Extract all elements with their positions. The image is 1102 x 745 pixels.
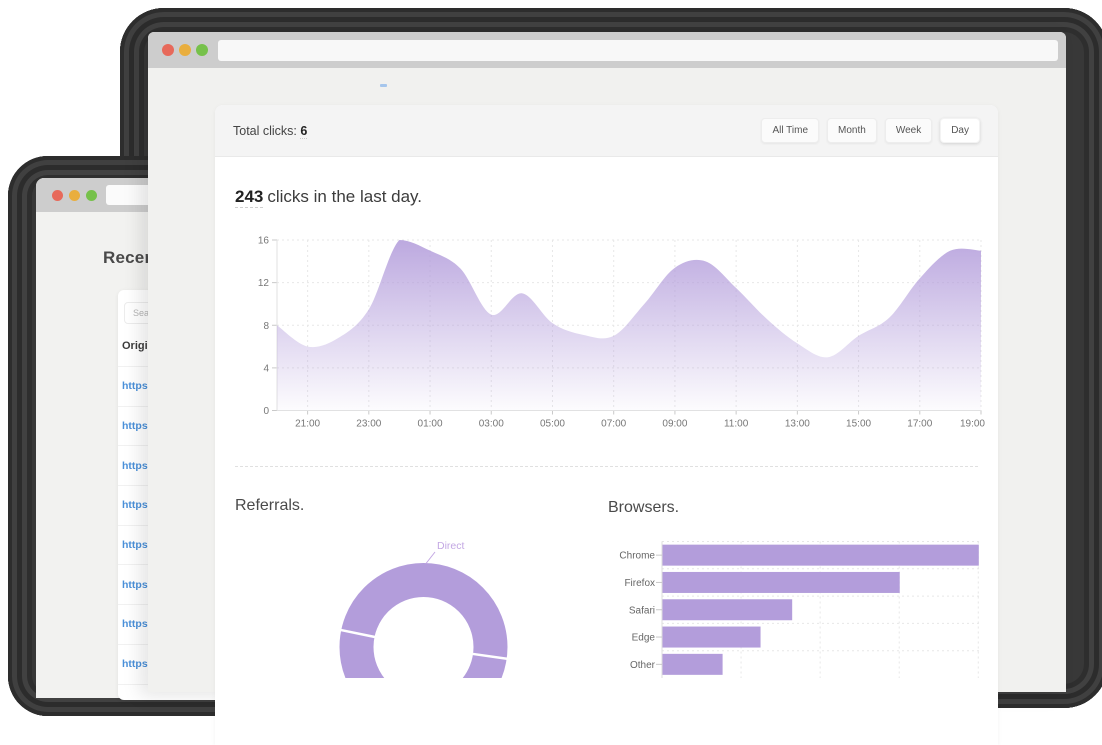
- url-bar[interactable]: [218, 40, 1058, 61]
- x-tick-label: 11:00: [724, 419, 749, 429]
- section-divider: [235, 466, 978, 467]
- close-button[interactable]: [162, 44, 174, 56]
- referrals-doughnut-chart: Direct: [320, 533, 530, 678]
- filter-button-all-time[interactable]: All Time: [761, 118, 819, 143]
- x-tick-label: 01:00: [418, 419, 443, 429]
- x-tick-label: 17:00: [907, 419, 932, 429]
- x-tick-label: 13:00: [785, 419, 810, 429]
- bar-category-label: Safari: [629, 605, 655, 616]
- y-tick-label: 12: [258, 278, 270, 289]
- x-tick-label: 09:00: [662, 419, 687, 429]
- bar-category-label: Other: [630, 660, 656, 671]
- original-url-link[interactable]: https:: [118, 658, 151, 670]
- bar-category-label: Edge: [632, 633, 656, 644]
- original-url-link[interactable]: https:: [118, 618, 151, 630]
- clicks-count: 243: [235, 187, 263, 208]
- doughnut-slice-label: Direct: [437, 540, 465, 552]
- total-clicks-value: 6: [300, 124, 307, 139]
- filter-button-week[interactable]: Week: [885, 118, 932, 143]
- filter-button-month[interactable]: Month: [827, 118, 877, 143]
- x-tick-label: 19:00: [960, 419, 985, 429]
- page-logo-dash: [380, 84, 387, 87]
- close-button[interactable]: [52, 190, 63, 201]
- x-tick-label: 21:00: [295, 419, 320, 429]
- x-tick-label: 05:00: [540, 419, 565, 429]
- dashboard-page: Total clicks: 6 All Time Month Week Day 243…: [148, 68, 1066, 692]
- label-pointer-line: [426, 552, 435, 564]
- bar-chrome: [663, 545, 979, 566]
- minimize-button[interactable]: [69, 190, 80, 201]
- original-url-link[interactable]: https:: [118, 460, 151, 472]
- y-tick-label: 16: [258, 236, 270, 247]
- bar-safari: [663, 599, 793, 620]
- minimize-button[interactable]: [179, 44, 191, 56]
- original-url-link[interactable]: https:: [118, 579, 151, 591]
- card-header: Total clicks: 6 All Time Month Week Day: [215, 105, 998, 157]
- bar-category-label: Chrome: [619, 551, 655, 562]
- y-tick-label: 8: [263, 321, 269, 332]
- original-url-link[interactable]: https:: [118, 499, 151, 511]
- x-tick-label: 15:00: [846, 419, 871, 429]
- referrals-section-title: Referrals.: [235, 497, 304, 515]
- original-url-link[interactable]: https:: [118, 539, 151, 551]
- x-tick-label: 23:00: [356, 419, 381, 429]
- bar-firefox: [663, 572, 900, 593]
- bar-other: [663, 654, 723, 675]
- y-tick-label: 4: [263, 363, 269, 374]
- bar-edge: [663, 627, 761, 648]
- browsers-section-title: Browsers.: [608, 499, 679, 517]
- total-clicks-label: Total clicks: 6: [233, 124, 307, 138]
- x-tick-label: 07:00: [601, 419, 626, 429]
- maximize-button[interactable]: [86, 190, 97, 201]
- bar-category-label: Firefox: [624, 578, 655, 589]
- x-tick-label: 03:00: [479, 419, 504, 429]
- time-filter-group: All Time Month Week Day: [761, 118, 980, 143]
- maximize-button[interactable]: [196, 44, 208, 56]
- clicks-headline-text: clicks in the last day.: [267, 187, 422, 206]
- table-header-original-url: Origi: [122, 340, 148, 352]
- clicks-area-chart: 0 4 8 12 16 21:00 23:00 01:00 03:00 05:00 07:00 09:…: [245, 233, 990, 428]
- original-url-link[interactable]: https:: [118, 420, 151, 432]
- total-clicks-text: Total clicks:: [233, 124, 297, 138]
- browsers-bar-chart: Chrome Firefox Safari Edge Other: [605, 538, 1000, 678]
- original-url-link[interactable]: https:: [118, 380, 151, 392]
- filter-button-day[interactable]: Day: [940, 118, 980, 143]
- main-titlebar: [148, 32, 1066, 68]
- y-tick-label: 0: [263, 406, 269, 417]
- clicks-headline: 243clicks in the last day.: [235, 187, 422, 207]
- analytics-card: Total clicks: 6 All Time Month Week Day 243…: [215, 105, 998, 745]
- clicks-area-series: [277, 240, 981, 411]
- doughnut-ring: [357, 580, 491, 678]
- main-browser-window: Total clicks: 6 All Time Month Week Day 243…: [148, 32, 1066, 692]
